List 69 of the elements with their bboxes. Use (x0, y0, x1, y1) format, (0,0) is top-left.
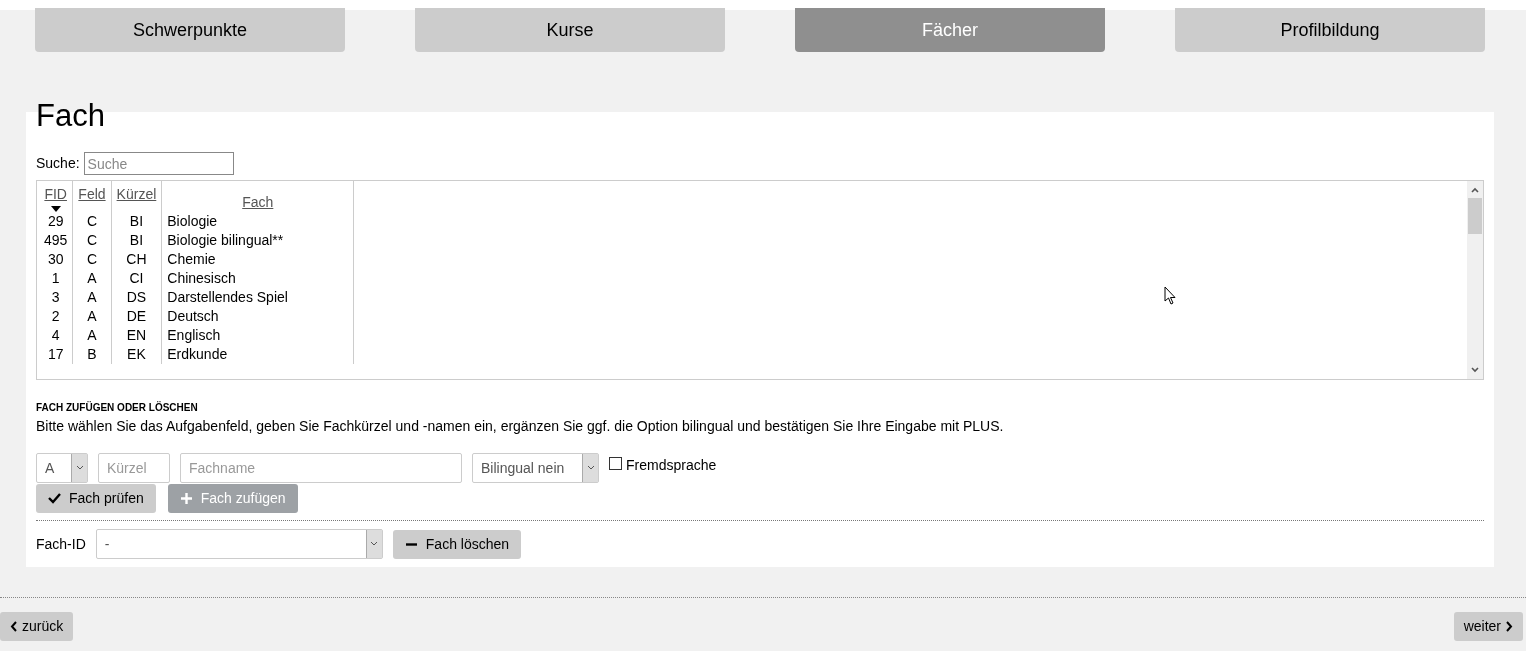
next-button[interactable]: weiter (1453, 612, 1523, 641)
search-field[interactable]: Suche (83, 152, 234, 175)
table-cell: A (72, 326, 112, 345)
table-cell: Chinesisch (161, 269, 354, 288)
table-cell: 4 (39, 326, 73, 345)
fach-id-select[interactable]: - (95, 529, 383, 559)
tab[interactable]: Kurse (415, 8, 725, 52)
table-cell: EK (111, 345, 162, 364)
table-cell: CH (111, 250, 162, 269)
table-cell: Erdkunde (161, 345, 354, 364)
table-cell: Englisch (161, 326, 354, 345)
table-cell: A (72, 288, 112, 307)
delete-subject-button[interactable]: Fach löschen (392, 529, 522, 559)
page-title: Fach (36, 100, 106, 126)
caret-icon[interactable] (370, 541, 379, 547)
column-header[interactable]: Fach (242, 194, 274, 210)
abbreviation-field[interactable]: Kürzel (98, 453, 170, 483)
scroll-up-icon[interactable] (1470, 185, 1480, 195)
tab[interactable]: Profilbildung (1175, 8, 1485, 52)
table-cell: EN (111, 326, 162, 345)
table-cell: BI (111, 231, 162, 250)
scrollbar[interactable] (1467, 181, 1483, 379)
mouse-pointer-icon (1164, 286, 1176, 305)
table-cell: C (72, 231, 112, 250)
scrollbar-thumb[interactable] (1468, 198, 1482, 234)
table-cell: C (72, 250, 112, 269)
table-cell: DE (111, 307, 162, 326)
table-cell: BI (111, 212, 162, 231)
plus-icon (179, 492, 193, 505)
table-cell: 495 (39, 231, 73, 250)
column-header[interactable]: Kürzel (116, 186, 157, 202)
instruction-text: Bitte wählen Sie das Aufgabenfeld, geben Sie Fachkürzel und -namen ein, ergänzen Sie ggf. die Option bilingual und bestätigen Sie Ihre Eingabe mit PLUS. (36, 417, 1005, 436)
table-cell: 3 (39, 288, 73, 307)
fach-id-label: Fach-ID (36, 534, 86, 554)
subject-name-field[interactable]: Fachname (180, 453, 462, 483)
caret-icon[interactable] (586, 465, 595, 471)
caret-icon[interactable] (75, 465, 84, 471)
table-cell: A (72, 307, 112, 326)
scroll-down-icon[interactable] (1470, 365, 1480, 375)
back-button[interactable]: zurück (0, 612, 74, 641)
field-select[interactable]: A (36, 453, 88, 483)
search-label: Suche: (36, 154, 80, 173)
sort-desc-icon[interactable] (50, 206, 61, 212)
table-cell: 29 (39, 212, 73, 231)
table-cell: 1 (39, 269, 73, 288)
check-subject-button[interactable]: Fach prüfen (36, 484, 156, 513)
table-cell: Chemie (161, 250, 354, 269)
checkbox-label: Fremdsprache (626, 456, 717, 475)
table-cell: 2 (39, 307, 73, 326)
column-header[interactable]: FID (44, 186, 67, 202)
chevron-left-icon (10, 621, 18, 632)
check-icon (48, 492, 61, 505)
table-cell: B (72, 345, 112, 364)
table-cell: Biologie (161, 212, 354, 231)
chevron-right-icon (1505, 621, 1513, 632)
table-cell: Biologie bilingual** (161, 231, 354, 250)
table-cell: CI (111, 269, 162, 288)
table-cell: Darstellendes Spiel (161, 288, 354, 307)
section-heading: FACH ZUFÜGEN ODER LÖSCHEN (36, 400, 199, 415)
table-cell: DS (111, 288, 162, 307)
table-cell: Deutsch (161, 307, 354, 326)
checkbox[interactable] (609, 457, 622, 470)
table-cell: A (72, 269, 112, 288)
tab[interactable]: Schwerpunkte (35, 8, 345, 52)
bilingual-select[interactable]: Bilingual nein (472, 453, 599, 483)
column-header[interactable]: Feld (78, 186, 106, 202)
table-cell: C (72, 212, 112, 231)
table-cell: 17 (39, 345, 73, 364)
table-cell: 30 (39, 250, 73, 269)
